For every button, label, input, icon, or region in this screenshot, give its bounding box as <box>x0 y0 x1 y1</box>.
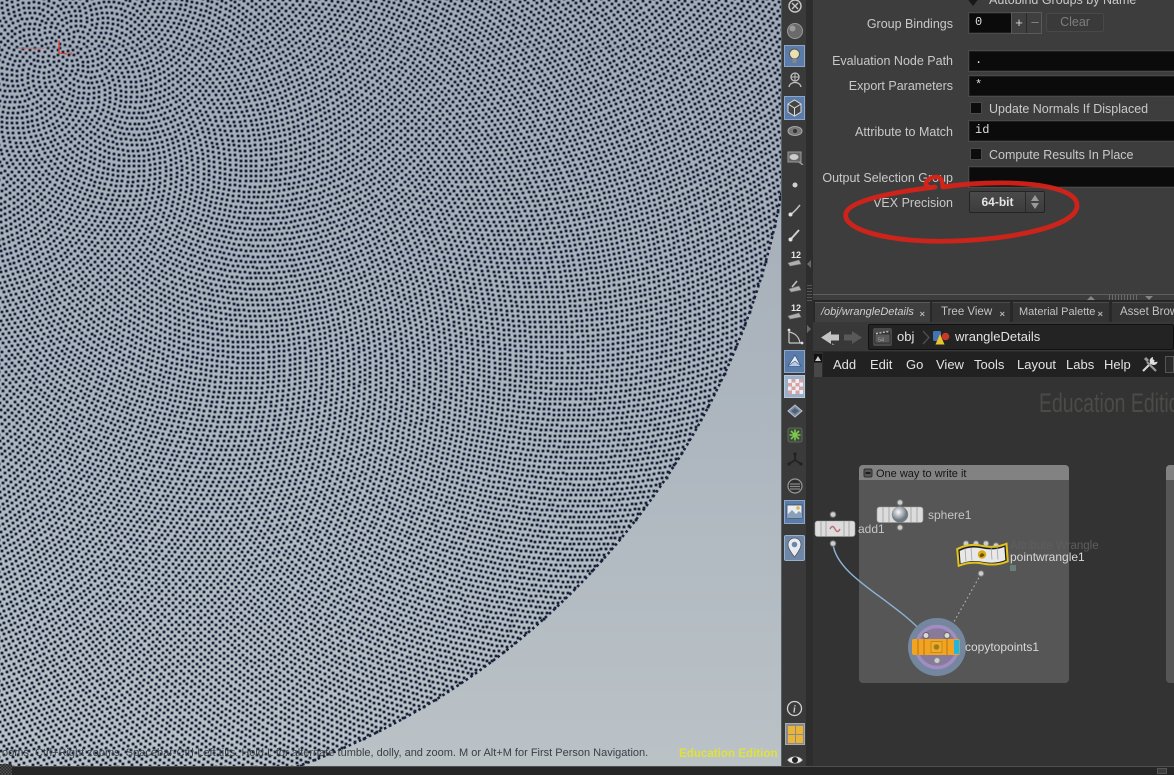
svg-text:One way to write it: One way to write it <box>876 468 966 480</box>
svg-text:sphere1: sphere1 <box>928 508 972 522</box>
svg-text:12: 12 <box>791 250 801 260</box>
svg-text:12: 12 <box>791 303 801 313</box>
svg-text:54: 54 <box>878 338 884 344</box>
svg-text:copytopoints1: copytopoints1 <box>965 640 1039 654</box>
svg-text:i: i <box>793 704 796 715</box>
svg-text:pointwrangle1: pointwrangle1 <box>1010 550 1085 564</box>
svg-text:add1: add1 <box>858 522 885 536</box>
